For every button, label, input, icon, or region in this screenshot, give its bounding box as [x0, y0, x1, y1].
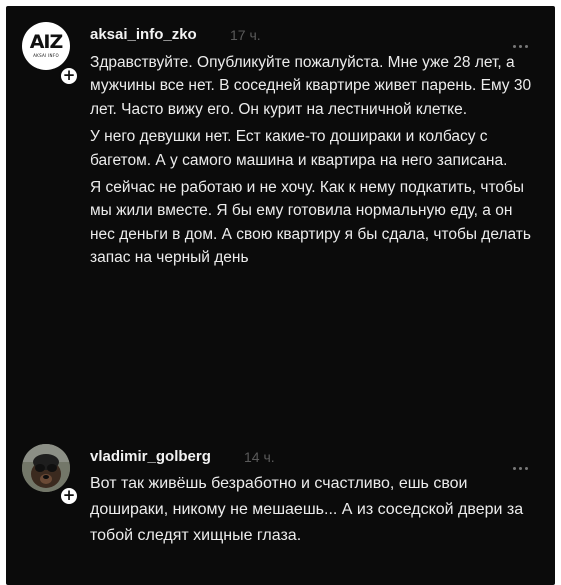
comment-paragraph: Здравствуйте. Опубликуйте пожалуйста. Мн…	[90, 54, 532, 118]
comment-username[interactable]: vladimir_golberg	[90, 448, 211, 465]
comment-paragraph: Я сейчас не работаю и не хочу. Как к нем…	[90, 179, 531, 267]
comment-username[interactable]: aksai_info_zko	[90, 26, 197, 43]
avatar[interactable]	[22, 444, 70, 492]
comment-timestamp: 14 ч.	[244, 449, 275, 465]
comment-text: Здравствуйте. Опубликуйте пожалуйста. Мн…	[90, 51, 540, 274]
avatar[interactable]: AIZ AKSAI INFO	[22, 22, 70, 70]
comment-paragraph: У него девушки нет. Ест какие-то доширак…	[90, 128, 508, 169]
comment-paragraph: Вот так живёшь безработно и счастливо, е…	[90, 475, 524, 544]
comment-timestamp: 17 ч.	[230, 27, 261, 43]
comments-screen: AIZ AKSAI INFO + aksai_info_zko 17 ч. Зд…	[6, 6, 555, 585]
plus-icon[interactable]: +	[59, 66, 79, 86]
more-options-icon[interactable]	[513, 35, 535, 48]
avatar-photo	[22, 444, 70, 492]
more-options-icon[interactable]	[513, 457, 535, 470]
comment-text: Вот так живёшь безработно и счастливо, е…	[90, 471, 540, 553]
avatar-logo-subtext: AKSAI INFO	[33, 53, 59, 58]
avatar-logo-text: AIZ	[29, 31, 64, 53]
plus-icon[interactable]: +	[59, 486, 79, 506]
